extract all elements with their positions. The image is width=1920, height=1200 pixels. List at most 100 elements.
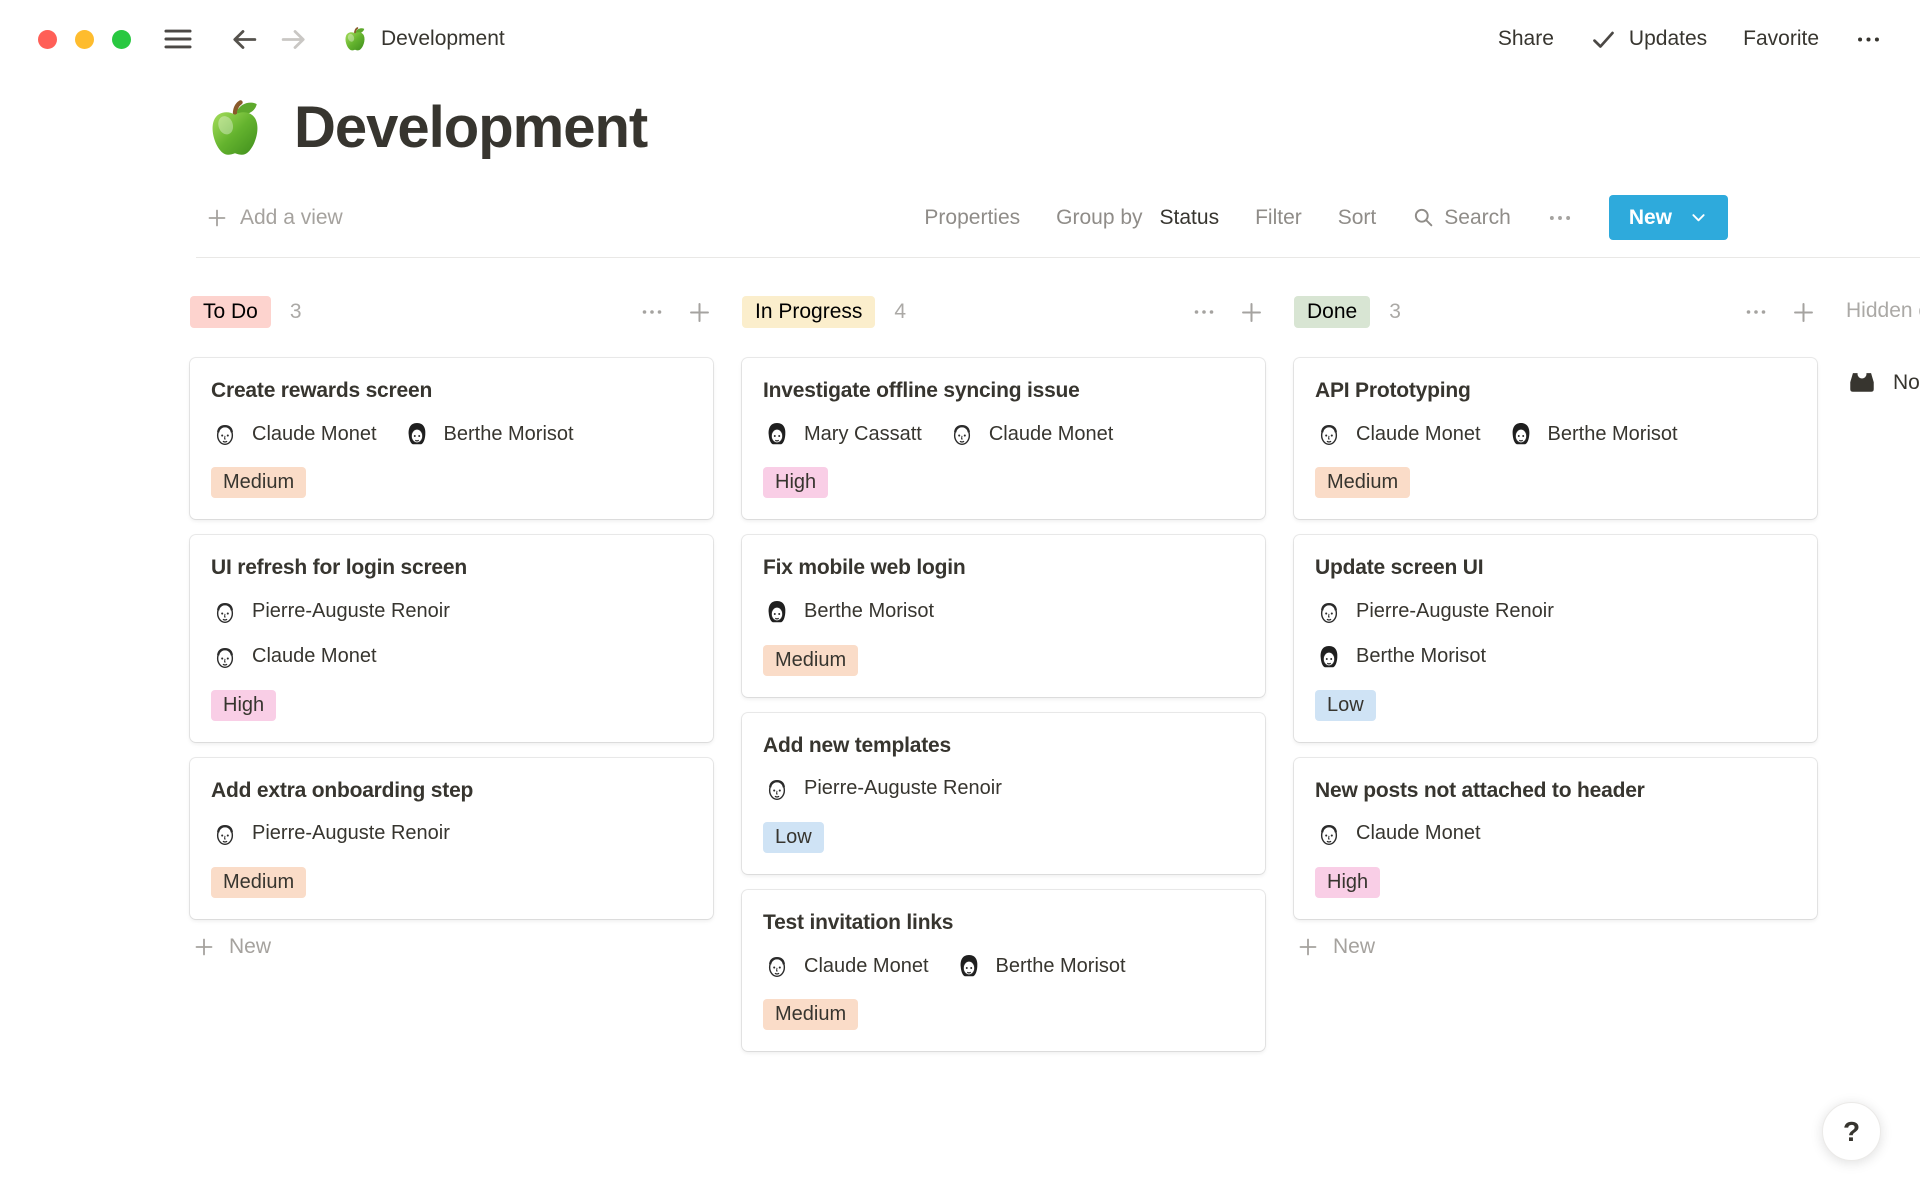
breadcrumb-page-title[interactable]: Development: [381, 27, 505, 51]
assignee: Pierre-Auguste Renoir: [211, 598, 450, 626]
column-add-icon[interactable]: [1238, 299, 1265, 326]
help-button[interactable]: ?: [1822, 1102, 1881, 1161]
priority-pill: High: [763, 467, 828, 498]
column-more-icon[interactable]: [640, 300, 664, 324]
zoom-window-button[interactable]: [112, 30, 131, 49]
card-title: Investigate offline syncing issue: [763, 377, 1244, 404]
card[interactable]: New posts not attached to header Claude …: [1294, 758, 1817, 919]
inbox-icon: [1846, 367, 1878, 399]
view-toolbar-actions: Properties Group by Status Filter Sort S…: [924, 195, 1728, 240]
column-add-icon[interactable]: [1790, 299, 1817, 326]
man-portrait-icon: [763, 775, 791, 803]
assignee-name: Mary Cassatt: [804, 423, 922, 446]
card[interactable]: Update screen UI Pierre-Auguste Renoir B…: [1294, 535, 1817, 741]
priority-pill: Medium: [211, 467, 306, 498]
assignee: Berthe Morisot: [1507, 420, 1678, 448]
assignee: Berthe Morisot: [763, 598, 934, 626]
assignee-name: Claude Monet: [252, 645, 377, 668]
back-arrow-icon[interactable]: [229, 24, 260, 55]
view-more-icon[interactable]: [1547, 205, 1573, 231]
add-card-button[interactable]: New: [1294, 935, 1375, 959]
man-portrait-icon: [1315, 598, 1343, 626]
card[interactable]: UI refresh for login screen Pierre-Augus…: [190, 535, 713, 741]
priority-pill: Low: [1315, 690, 1376, 721]
column-more-icon[interactable]: [1744, 300, 1768, 324]
chevron-down-icon: [1689, 208, 1708, 227]
assignee-name: Pierre-Auguste Renoir: [1356, 600, 1554, 623]
woman-portrait-icon: [403, 420, 431, 448]
assignee-name: Claude Monet: [989, 423, 1114, 446]
column-in-progress: In Progress 4 Investigate offline syncin…: [742, 292, 1265, 1067]
minimize-window-button[interactable]: [75, 30, 94, 49]
card-title: UI refresh for login screen: [211, 554, 692, 581]
group-by-button[interactable]: Group by Status: [1056, 206, 1219, 230]
sort-button[interactable]: Sort: [1338, 206, 1377, 230]
topbar-more-icon[interactable]: [1855, 26, 1882, 53]
assignee: Berthe Morisot: [1315, 643, 1486, 671]
woman-portrait-icon: [955, 952, 983, 980]
kanban-board: To Do 3 Create rewards screen Claude Mon…: [0, 292, 1920, 1067]
man-portrait-icon: [1315, 820, 1343, 848]
page-icon-green-apple[interactable]: [202, 95, 268, 161]
assignee: Mary Cassatt: [763, 420, 922, 448]
woman-portrait-icon: [1315, 643, 1343, 671]
man-portrait-icon: [1315, 420, 1343, 448]
favorite-button[interactable]: Favorite: [1743, 27, 1819, 51]
new-button[interactable]: New: [1609, 195, 1728, 240]
status-pill-todo[interactable]: To Do: [190, 296, 271, 328]
card-title: Add extra onboarding step: [211, 777, 692, 804]
view-toolbar: Add a view Properties Group by Status Fi…: [0, 195, 1920, 240]
add-view-button[interactable]: Add a view: [205, 206, 343, 230]
column-count: 4: [894, 300, 906, 324]
assignee-name: Berthe Morisot: [804, 600, 934, 623]
man-portrait-icon: [211, 420, 239, 448]
card[interactable]: Investigate offline syncing issue Mary C…: [742, 358, 1265, 519]
check-icon: [1590, 26, 1617, 53]
card[interactable]: API Prototyping Claude Monet Berthe Mori…: [1294, 358, 1817, 519]
plus-icon: [205, 206, 229, 230]
hamburger-menu-icon[interactable]: [161, 22, 195, 56]
column-done: Done 3 API Prototyping Claude Monet Bert…: [1294, 292, 1817, 1067]
card[interactable]: Add new templates Pierre-Auguste Renoir …: [742, 713, 1265, 874]
card[interactable]: Fix mobile web login Berthe Morisot Medi…: [742, 535, 1265, 696]
column-add-icon[interactable]: [686, 299, 713, 326]
assignee: Claude Monet: [1315, 820, 1481, 848]
close-window-button[interactable]: [38, 30, 57, 49]
updates-button[interactable]: Updates: [1590, 26, 1707, 53]
assignee-name: Pierre-Auguste Renoir: [804, 777, 1002, 800]
card[interactable]: Test invitation links Claude Monet Berth…: [742, 890, 1265, 1051]
assignee-name: Claude Monet: [1356, 423, 1481, 446]
assignee: Pierre-Auguste Renoir: [211, 820, 450, 848]
card-title: Fix mobile web login: [763, 554, 1244, 581]
card-title: Test invitation links: [763, 909, 1244, 936]
hidden-column-no-status[interactable]: No Status: [1846, 367, 1920, 399]
priority-pill: Medium: [1315, 467, 1410, 498]
card-title: Add new templates: [763, 732, 1244, 759]
search-button[interactable]: Search: [1412, 206, 1511, 230]
column-header: To Do 3: [190, 292, 713, 332]
card-title: New posts not attached to header: [1315, 777, 1796, 804]
hidden-columns-panel: Hidden columns No Status: [1846, 292, 1920, 1067]
man-portrait-icon: [763, 952, 791, 980]
card[interactable]: Create rewards screen Claude Monet Berth…: [190, 358, 713, 519]
priority-pill: Medium: [763, 999, 858, 1030]
forward-arrow-icon[interactable]: [278, 24, 309, 55]
man-portrait-icon: [948, 420, 976, 448]
column-header: In Progress 4: [742, 292, 1265, 332]
hidden-columns-label[interactable]: Hidden columns: [1846, 299, 1920, 323]
column-more-icon[interactable]: [1192, 300, 1216, 324]
share-button[interactable]: Share: [1498, 27, 1554, 51]
search-icon: [1412, 206, 1435, 229]
window-topbar: Development Share Updates Favorite: [0, 0, 1920, 78]
properties-button[interactable]: Properties: [924, 206, 1020, 230]
assignee: Claude Monet: [211, 420, 377, 448]
card-title: Create rewards screen: [211, 377, 692, 404]
page-header: Development: [0, 94, 1920, 161]
status-pill-in-progress[interactable]: In Progress: [742, 296, 875, 328]
status-pill-done[interactable]: Done: [1294, 296, 1370, 328]
filter-button[interactable]: Filter: [1255, 206, 1302, 230]
card[interactable]: Add extra onboarding step Pierre-Auguste…: [190, 758, 713, 919]
page-title[interactable]: Development: [294, 94, 647, 161]
add-card-button[interactable]: New: [190, 935, 271, 959]
assignee: Pierre-Auguste Renoir: [763, 775, 1002, 803]
